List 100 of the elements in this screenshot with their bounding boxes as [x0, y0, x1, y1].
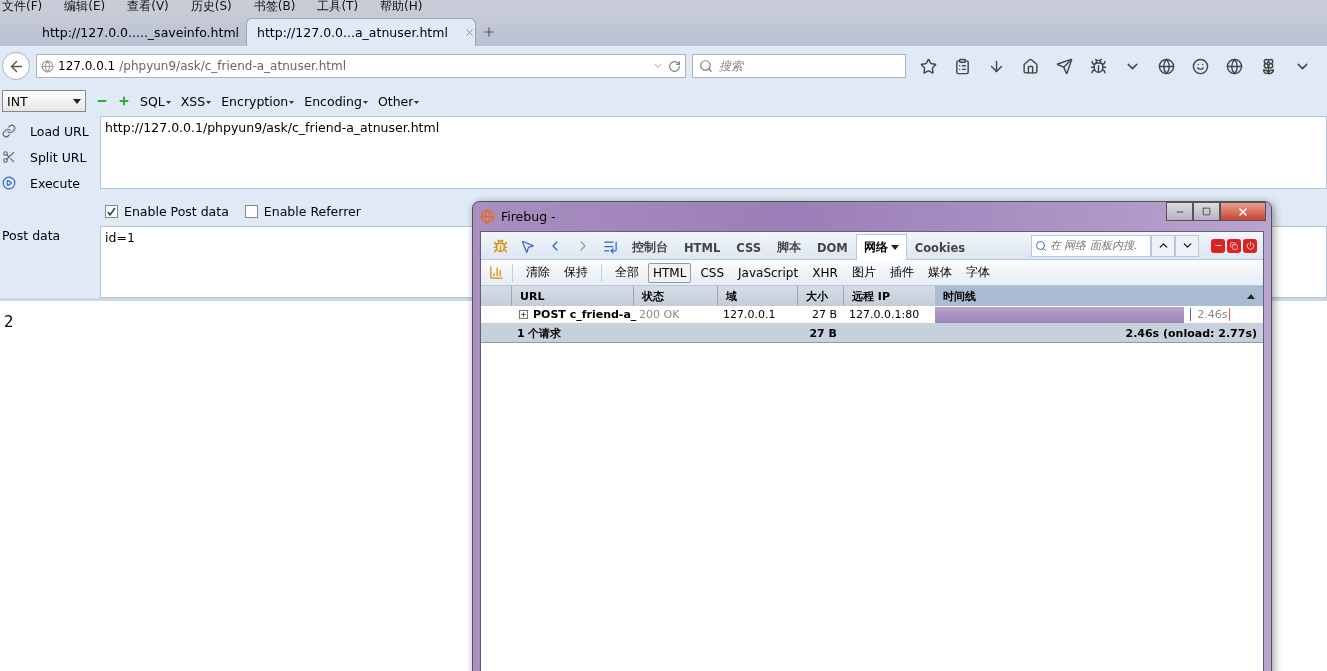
- power-icon: [1245, 241, 1255, 250]
- minimize-button[interactable]: [1211, 238, 1225, 253]
- expand-icon[interactable]: [519, 310, 528, 319]
- filter-tab[interactable]: 图片: [846, 262, 881, 283]
- globe-icon[interactable]: [1158, 57, 1175, 75]
- star-icon[interactable]: [920, 57, 937, 75]
- hackbar-menu[interactable]: XSS: [180, 93, 212, 109]
- close-button[interactable]: [1220, 202, 1266, 221]
- filter-tab[interactable]: CSS: [695, 262, 730, 283]
- url-field[interactable]: http://127.0.0.1/phpyun9/ask/c_friend-a_atnuser.html: [100, 116, 1327, 189]
- next-button[interactable]: [1175, 234, 1199, 257]
- column-header[interactable]: 大小: [797, 286, 843, 306]
- home-icon[interactable]: [1022, 57, 1039, 75]
- filter-tab[interactable]: 全部: [610, 262, 644, 283]
- scissors-icon: [2, 150, 16, 164]
- hackbar-menu[interactable]: Other: [377, 93, 420, 109]
- hackbar-menu[interactable]: SQL: [140, 93, 171, 109]
- url-host: 127.0.0.1: [58, 59, 116, 73]
- net-action[interactable]: 保持: [559, 262, 593, 283]
- globe-icon: [480, 209, 495, 224]
- bug-icon[interactable]: [1090, 57, 1107, 75]
- reload-icon[interactable]: [668, 59, 681, 73]
- search-field[interactable]: 搜索: [692, 54, 906, 78]
- close-icon: [1237, 205, 1249, 218]
- close-icon[interactable]: [463, 27, 475, 38]
- column-header[interactable]: 状态: [633, 286, 717, 306]
- menu-item[interactable]: 工具(T): [317, 0, 359, 12]
- power-button[interactable]: [1243, 238, 1257, 253]
- smiley-icon[interactable]: [1192, 57, 1209, 75]
- windows-icon: [1230, 241, 1238, 250]
- table-cell-text: 127.0.0.1:80: [848, 308, 921, 321]
- menu-item[interactable]: 帮助(H): [380, 0, 423, 12]
- clipboard-icon[interactable]: [954, 57, 971, 75]
- page-output: 2: [4, 313, 14, 331]
- hackbar-action[interactable]: Execute: [0, 170, 100, 196]
- panel-search-field[interactable]: 在 网络 面板内搜.: [1031, 234, 1151, 257]
- hackbar-action[interactable]: Load URL: [0, 118, 100, 144]
- paper-plane-icon[interactable]: [1056, 57, 1073, 75]
- panel-tab[interactable]: DOM: [808, 234, 856, 260]
- caret-icon[interactable]: [73, 98, 81, 104]
- column-header[interactable]: 时间线: [935, 286, 1263, 306]
- hackbar-action[interactable]: Split URL: [0, 144, 100, 170]
- globe-icon[interactable]: [1226, 57, 1243, 75]
- caret-icon: [362, 101, 368, 104]
- filter-tab[interactable]: 字体: [960, 262, 995, 283]
- column-header[interactable]: URL: [511, 286, 633, 306]
- panel-tab[interactable]: 脚本: [768, 234, 809, 260]
- caret-icon: [165, 101, 171, 104]
- menu-item[interactable]: 编辑(E): [64, 0, 106, 12]
- table-cell-text: 27 B: [810, 308, 838, 321]
- filter-tab[interactable]: XHR: [807, 262, 843, 283]
- filter-tab[interactable]: 插件: [884, 262, 919, 283]
- filter-tab[interactable]: JavaScript: [733, 262, 804, 283]
- menu-item[interactable]: 历史(S): [190, 0, 232, 12]
- minimize-button[interactable]: [1166, 202, 1193, 221]
- net-action[interactable]: 清除: [521, 262, 555, 283]
- caret-icon: [206, 101, 212, 104]
- back-button[interactable]: [2, 52, 30, 80]
- panel-tab[interactable]: CSS: [728, 234, 769, 260]
- previous-button[interactable]: [1151, 234, 1175, 257]
- window-title: Firebug -: [501, 209, 557, 224]
- url-path: /phpyun9/ask/c_friend-a_atnuser.html: [119, 59, 347, 73]
- caret-icon[interactable]: [890, 245, 899, 250]
- search-icon: [1035, 239, 1047, 252]
- option-checkbox[interactable]: Enable Referrer: [244, 203, 361, 219]
- option-checkbox[interactable]: Enable Post data: [105, 203, 229, 219]
- search-icon: [699, 59, 713, 73]
- panel-tab[interactable]: Cookies: [906, 234, 974, 260]
- link-icon: [2, 124, 16, 138]
- play-icon: [2, 176, 16, 190]
- globe-icon: [41, 59, 54, 73]
- menu-item[interactable]: 文件(F): [2, 0, 43, 12]
- maximize-button[interactable]: [1193, 202, 1220, 221]
- column-header[interactable]: 域: [717, 286, 797, 306]
- address-field[interactable]: 127.0.0.1 /phpyun9/ask/c_friend-a_atnuser.html: [36, 54, 686, 78]
- plus-icon: [520, 311, 527, 318]
- panel-tab[interactable]: HTML: [676, 234, 729, 260]
- menu-item[interactable]: 查看(V): [127, 0, 169, 12]
- panel-tab[interactable]: 控制台: [624, 234, 676, 260]
- list-icon[interactable]: [603, 238, 618, 254]
- panel-tab[interactable]: 网络: [855, 234, 907, 260]
- sort-icon[interactable]: [1247, 293, 1255, 299]
- total-time: 2.46s (onload: 2.77s): [1124, 326, 1258, 340]
- post-data-label: Post data: [1, 227, 62, 245]
- type-select[interactable]: INT: [2, 90, 86, 112]
- request-count: 1 个请求: [516, 325, 563, 341]
- flower-icon[interactable]: [1260, 57, 1277, 75]
- cursor-icon[interactable]: [520, 238, 535, 254]
- hackbar-menu[interactable]: Encryption: [221, 93, 295, 109]
- filter-tab[interactable]: HTML: [648, 262, 692, 283]
- hackbar-menu[interactable]: Encoding: [304, 93, 368, 109]
- detach-button[interactable]: [1227, 238, 1241, 253]
- checkbox[interactable]: [244, 204, 258, 218]
- browser-tab[interactable]: http://127.0.0...a_atnuser.html: [246, 18, 476, 46]
- table-cell-text: 127.0.0.1: [722, 308, 777, 321]
- filter-tab[interactable]: 媒体: [922, 262, 957, 283]
- caret-icon: [289, 101, 295, 104]
- menu-item[interactable]: 书签(B): [253, 0, 296, 12]
- checkbox[interactable]: [105, 204, 118, 218]
- maximize-icon: [1202, 207, 1211, 216]
